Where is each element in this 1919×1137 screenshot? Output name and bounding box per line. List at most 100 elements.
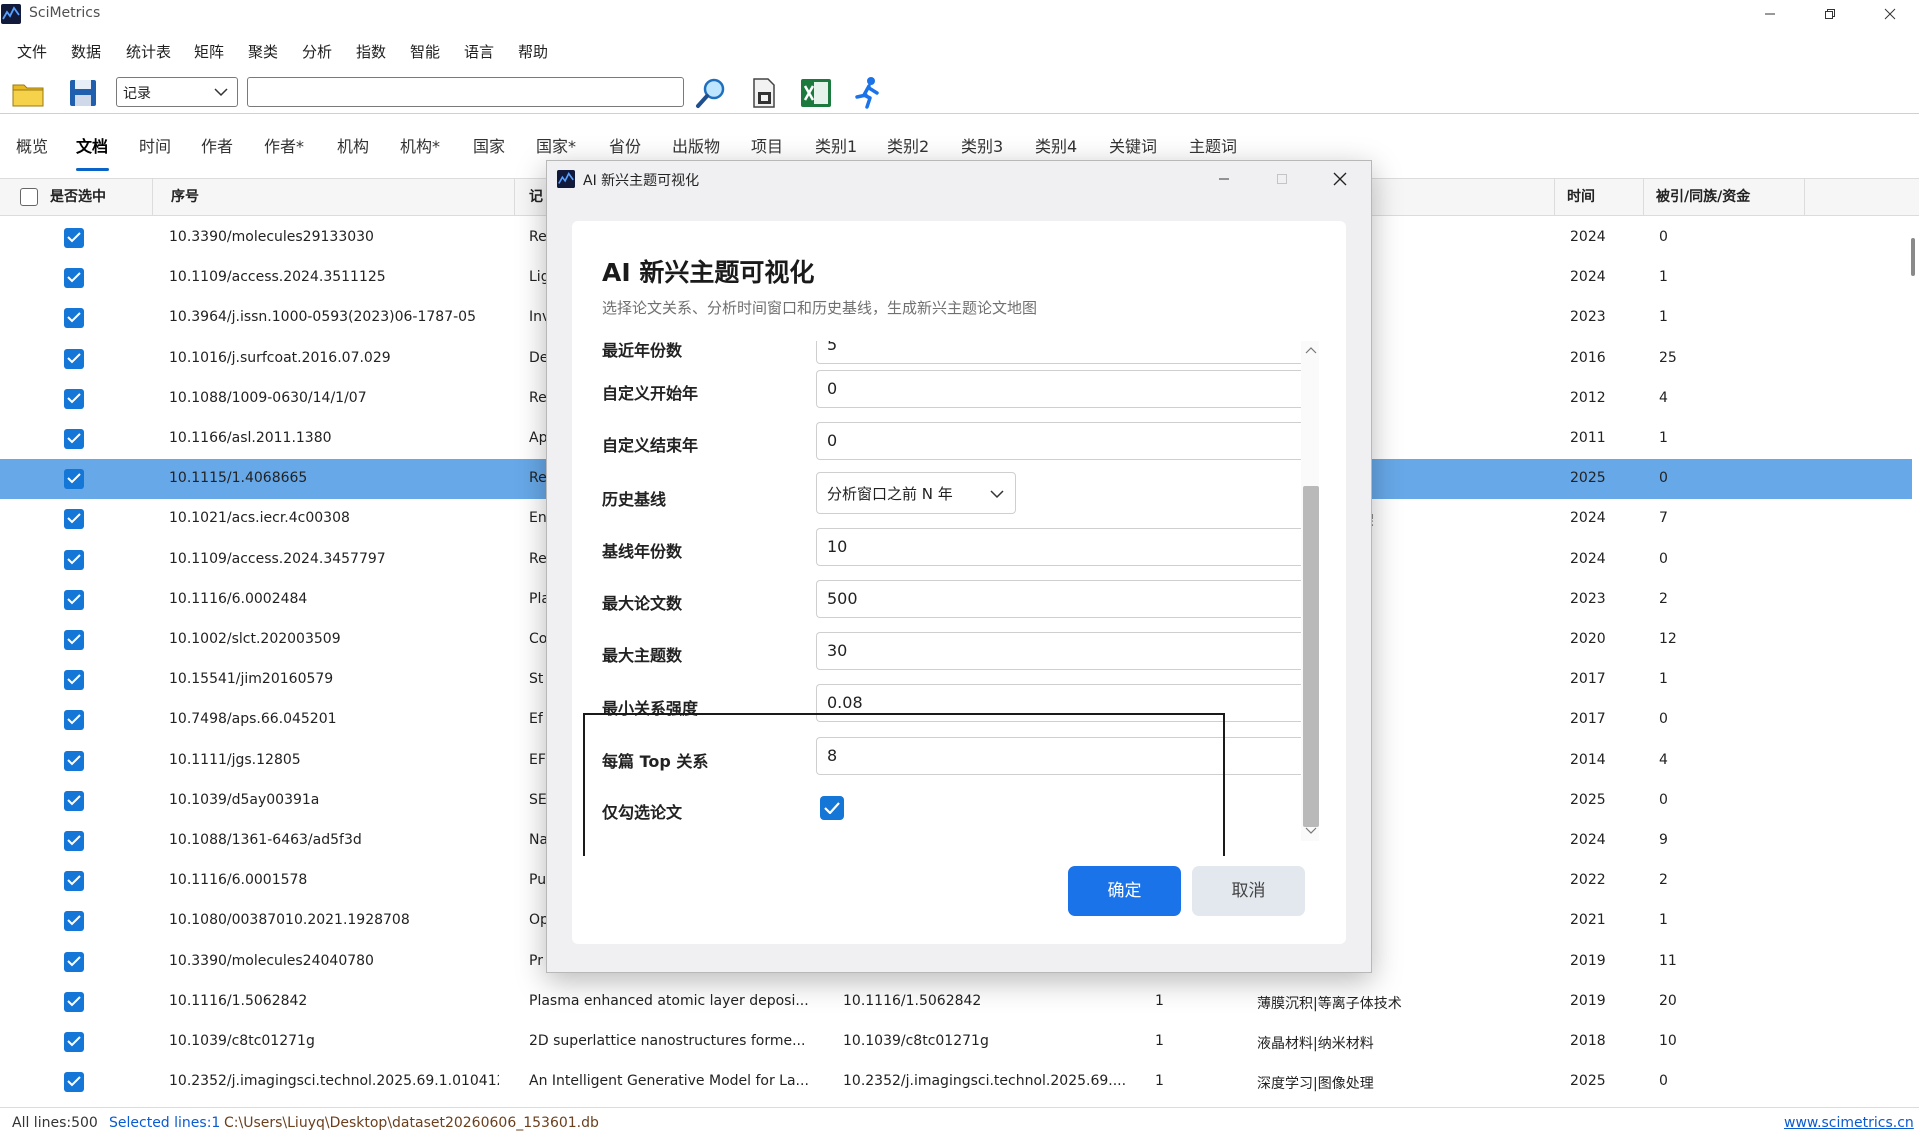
row-checkbox[interactable] [64,308,84,329]
table-row[interactable]: 10.2352/j.imagingsci.technol.2025.69.1.0… [0,1062,1912,1102]
tab-category-3[interactable]: 类别3 [961,133,1003,157]
row-title: St [529,671,544,688]
top-relations-input[interactable]: 8 [816,737,1301,775]
run-icon[interactable] [849,76,885,110]
menu-language[interactable]: 语言 [464,41,494,62]
tab-country-star[interactable]: 国家* [536,133,576,157]
col-header-citations[interactable]: 被引/同族/资金 [1644,179,1805,216]
menu-cluster[interactable]: 聚类 [248,41,278,62]
dialog-minimize-button[interactable] [1201,161,1247,197]
dialog-close-button[interactable] [1317,161,1363,197]
tab-time[interactable]: 时间 [139,133,171,157]
row-checkbox[interactable] [64,429,84,449]
restore-button[interactable] [1807,0,1853,28]
row-title: Ef [529,711,543,728]
row-checkbox[interactable] [64,509,84,530]
row-checkbox[interactable] [64,589,84,610]
baseline-select[interactable]: 分析窗口之前 N 年 [816,472,1016,514]
tab-author-star[interactable]: 作者* [264,133,304,157]
tab-category-4[interactable]: 类别4 [1035,133,1077,157]
row-checkbox[interactable] [64,991,84,1012]
menu-matrix[interactable]: 矩阵 [194,41,224,62]
row-checkbox[interactable] [64,469,84,490]
tab-project[interactable]: 项目 [751,133,783,157]
end-year-input[interactable]: 0 [816,422,1301,460]
row-checkbox[interactable] [64,831,84,851]
max-papers-input[interactable]: 500 [816,580,1301,618]
menu-analysis[interactable]: 分析 [302,41,332,62]
row-checkbox[interactable] [64,630,84,650]
baseline-years-input[interactable]: 10 [816,528,1301,566]
tab-province[interactable]: 省份 [609,133,641,157]
col-header-id[interactable]: 序号 [153,179,515,216]
tab-country[interactable]: 国家 [473,133,505,157]
tab-subject-terms[interactable]: 主题词 [1189,133,1237,157]
row-checkbox[interactable] [64,228,84,248]
excel-icon[interactable] [798,76,834,110]
menu-ai[interactable]: 智能 [410,41,440,62]
search-icon[interactable] [694,76,730,110]
tab-category-1[interactable]: 类别1 [815,133,857,157]
menu-index[interactable]: 指数 [356,41,386,62]
open-folder-icon[interactable] [11,76,47,110]
tab-overview[interactable]: 概览 [16,133,48,157]
row-checkbox[interactable] [64,388,84,409]
start-year-input[interactable]: 0 [816,370,1301,408]
export-file-icon[interactable] [746,76,782,110]
row-year: 2020 [1570,631,1606,647]
row-title: 2D superlattice nanostructures forme... [529,1033,806,1049]
maximize-icon [1277,174,1287,184]
tab-institution[interactable]: 机构 [337,133,369,157]
table-row[interactable]: 10.1039/c8tc01271g 2D superlattice nanost… [0,1022,1912,1062]
row-checkbox[interactable] [64,951,84,972]
tab-author[interactable]: 作者 [201,133,233,157]
form-scrollbar-thumb[interactable] [1303,486,1319,827]
row-checkbox[interactable] [64,871,84,892]
row-checkbox[interactable] [64,268,84,289]
row-checkbox[interactable] [64,911,84,932]
row-checkbox[interactable] [64,1032,84,1052]
menu-stats[interactable]: 统计表 [126,41,171,62]
menu-file[interactable]: 文件 [17,41,47,62]
menu-data[interactable]: 数据 [71,41,101,62]
col-header-year[interactable]: 时间 [1555,179,1644,216]
recent-years-input[interactable]: 5 [816,341,1301,364]
table-scrollbar[interactable] [1911,218,1917,1098]
min-strength-input[interactable]: 0.08 [816,684,1301,722]
save-icon[interactable] [66,76,102,110]
table-row[interactable]: 10.1116/1.5062842 Plasma enhanced atomic … [0,982,1912,1022]
tab-keywords[interactable]: 关键词 [1109,133,1157,157]
website-link[interactable]: www.scimetrics.cn [1784,1115,1914,1131]
scroll-down-icon[interactable] [1305,826,1317,836]
tab-category-2[interactable]: 类别2 [887,133,929,157]
search-input[interactable] [247,77,684,107]
row-checkbox[interactable] [64,710,84,731]
row-checkbox[interactable] [64,750,84,771]
max-topics-input[interactable]: 30 [816,632,1301,670]
row-checkbox[interactable] [64,790,84,811]
dialog-maximize-button [1259,161,1305,197]
record-type-select[interactable]: 记录 [116,77,238,107]
scroll-up-icon[interactable] [1305,345,1317,355]
table-scrollbar-thumb[interactable] [1911,238,1915,276]
tab-documents[interactable]: 文档 [76,133,108,157]
dialog-card: AI 新兴主题可视化 选择论文关系、分析时间窗口和历史基线，生成新兴主题论文地图… [572,221,1346,944]
tab-institution-star[interactable]: 机构* [400,133,440,157]
col-header-selected[interactable]: 是否选中 [0,179,153,216]
tab-publication[interactable]: 出版物 [672,133,720,157]
row-title: Re [529,229,547,245]
ok-button[interactable]: 确定 [1068,866,1181,916]
row-id: 10.2352/j.imagingsci.technol.2025.69.1.0… [169,1073,499,1090]
close-window-button[interactable] [1867,0,1913,28]
minimize-button[interactable] [1747,0,1793,28]
row-citations: 0 [1659,711,1668,728]
checkmark-icon [67,553,81,565]
cancel-button[interactable]: 取消 [1192,866,1305,916]
row-checkbox[interactable] [64,670,84,691]
only-checked-checkbox[interactable] [820,796,844,820]
menu-help[interactable]: 帮助 [518,41,548,62]
row-checkbox[interactable] [64,549,84,570]
row-checkbox[interactable] [64,348,84,369]
checkmark-icon [67,754,81,766]
row-checkbox[interactable] [64,1072,84,1093]
